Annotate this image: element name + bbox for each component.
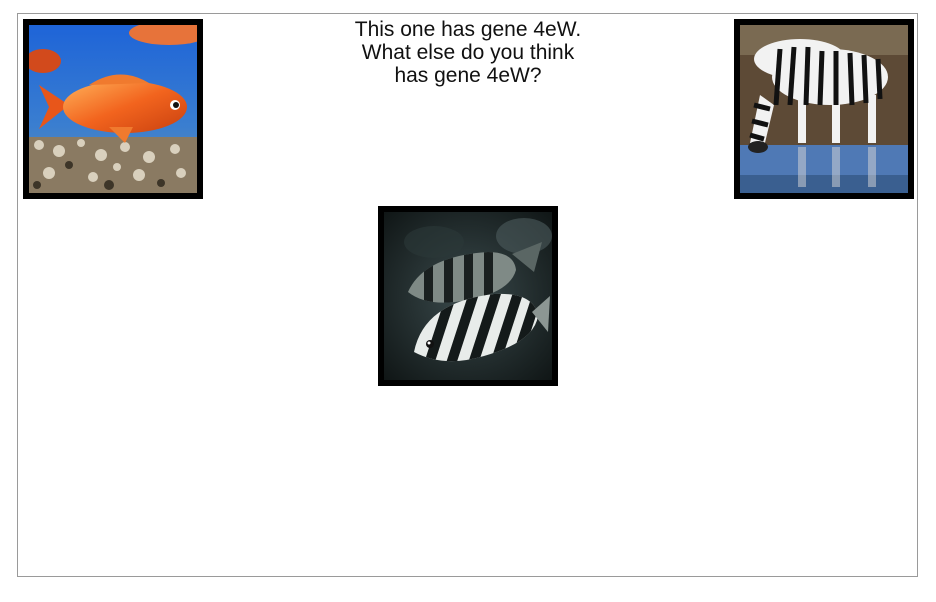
question-line-3: has gene 4eW?: [394, 64, 542, 87]
question-text: This one has gene 4eW. What else do you …: [318, 18, 618, 87]
zebra-choice-card[interactable]: [734, 19, 914, 199]
striped-fish-photo-icon: [384, 212, 552, 380]
question-line-1: This one has gene 4eW.: [354, 18, 582, 41]
question-line-2: What else do you think: [361, 41, 575, 64]
goldfish-choice-card[interactable]: [23, 19, 203, 199]
zebra-photo-icon: [740, 25, 908, 193]
striped-fish-choice-card[interactable]: [378, 206, 558, 386]
goldfish-photo-icon: [29, 25, 197, 193]
